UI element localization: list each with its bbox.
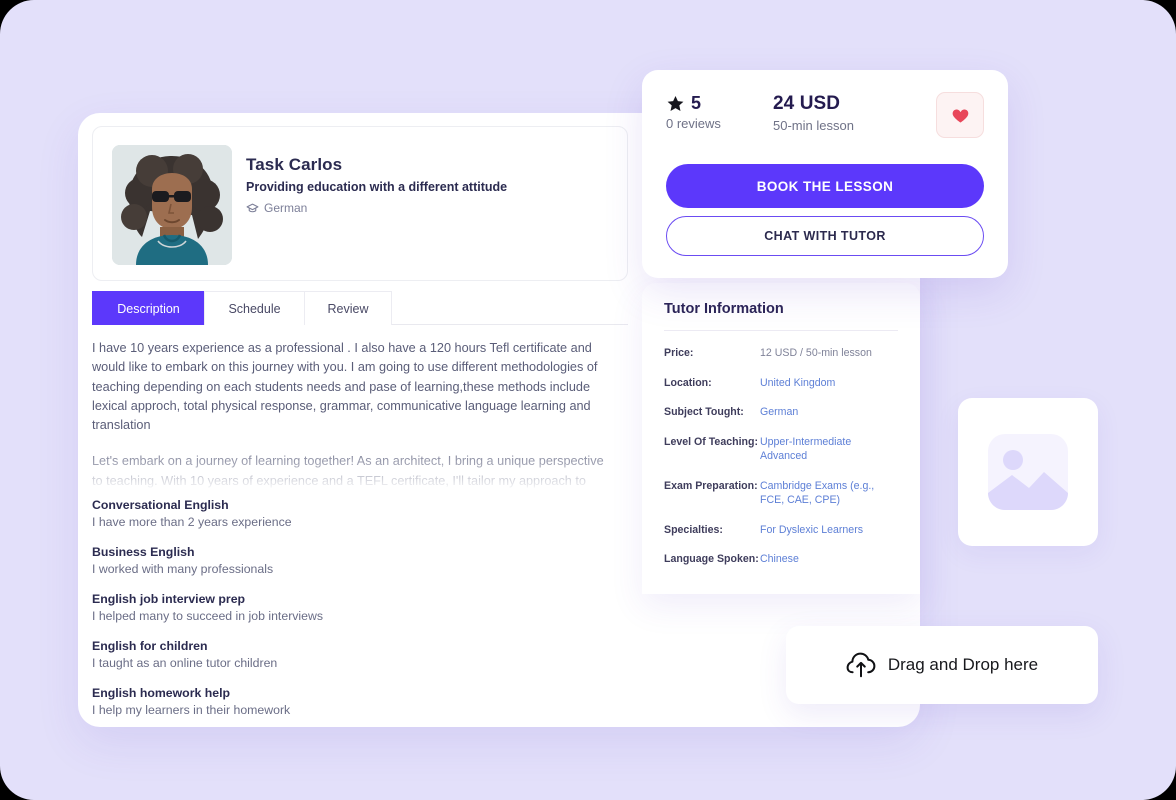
image-placeholder-card[interactable]: [958, 398, 1098, 546]
skill-description: I taught as an online tutor children: [92, 656, 278, 670]
list-item: English homework help I help my learners…: [92, 686, 542, 717]
book-the-lesson-button[interactable]: BOOK THE LESSON: [666, 164, 984, 208]
cloud-upload-icon: [846, 652, 876, 678]
tab-review[interactable]: Review: [304, 291, 392, 325]
image-placeholder-icon: [985, 431, 1071, 513]
description-paragraph-1: I have 10 years experience as a professi…: [92, 341, 598, 433]
info-value[interactable]: Chinese: [760, 552, 799, 567]
star-icon: [666, 94, 685, 113]
list-item: Conversational English I have more than …: [92, 498, 542, 529]
info-row-language-spoken: Language Spoken: Chinese: [664, 552, 898, 567]
rating-value: 5: [691, 93, 702, 113]
description-paragraph-2: Let's embark on a journey of learning to…: [92, 454, 604, 494]
info-value[interactable]: German: [760, 405, 798, 420]
info-label: Level Of Teaching:: [664, 435, 758, 448]
tab-description[interactable]: Description: [92, 291, 205, 325]
divider: [664, 330, 898, 331]
info-label: Specialties:: [664, 523, 723, 536]
info-row-price: Price: 12 USD / 50-min lesson: [664, 346, 898, 361]
skill-title: Conversational English: [92, 498, 229, 512]
tutor-subject-label: German: [264, 201, 308, 215]
skill-description: I help my learners in their homework: [92, 703, 291, 717]
info-row-exam-preparation: Exam Preparation: Cambridge Exams (e.g.,…: [664, 479, 898, 508]
skill-description: I have more than 2 years experience: [92, 515, 292, 529]
price-unit: 50-min lesson: [773, 118, 854, 133]
tutor-subject-row: German: [246, 201, 307, 215]
skills-list: Conversational English I have more than …: [92, 498, 542, 727]
description-block: I have 10 years experience as a professi…: [92, 339, 614, 494]
booking-card: 5 0 reviews 24 USD 50-min lesson BOOK TH…: [642, 70, 1008, 278]
info-value[interactable]: Upper-Intermediate Advanced: [760, 435, 898, 464]
skill-description: I worked with many professionals: [92, 562, 274, 576]
skill-title: English job interview prep: [92, 592, 246, 606]
skill-title: English homework help: [92, 686, 231, 700]
reviews-count: 0 reviews: [666, 116, 721, 131]
skill-title: Business English: [92, 545, 195, 559]
info-label: Subject Tought:: [664, 406, 744, 418]
info-label: Location:: [664, 376, 712, 389]
skill-description: I helped many to succeed in job intervie…: [92, 609, 324, 623]
info-label: Price:: [664, 347, 694, 359]
tutor-information-panel: Tutor Information Price: 12 USD / 50-min…: [642, 283, 920, 594]
info-value[interactable]: For Dyslexic Learners: [760, 523, 863, 538]
graduation-cap-icon: [246, 202, 259, 215]
list-item: English job interview prep I helped many…: [92, 592, 542, 623]
dropzone-label: Drag and Drop here: [887, 655, 1039, 674]
info-label: Exam Preparation:: [664, 479, 758, 492]
info-row-subject-tought: Subject Tought: German: [664, 405, 898, 420]
rating-block: 5 0 reviews: [666, 93, 721, 131]
favorite-button[interactable]: [936, 92, 984, 138]
list-item: English for children I taught as an onli…: [92, 639, 542, 670]
tutor-tagline: Providing education with a different att…: [246, 180, 508, 194]
avatar: [112, 145, 232, 265]
price-block: 24 USD 50-min lesson: [773, 93, 854, 133]
info-value: 12 USD / 50-min lesson: [760, 347, 872, 359]
info-row-location: Location: United Kingdom: [664, 376, 898, 391]
dropzone[interactable]: Drag and Drop here: [786, 626, 1098, 704]
app-canvas: Task Carlos Providing education with a d…: [0, 0, 1176, 800]
profile-tabs: Description Schedule Review: [92, 291, 628, 325]
tutor-name: Task Carlos: [246, 155, 343, 174]
info-value[interactable]: United Kingdom: [760, 376, 835, 391]
rating-row: 5: [666, 93, 721, 114]
price-value: 24 USD: [773, 93, 841, 114]
heart-icon: [951, 106, 970, 125]
tutor-information-title: Tutor Information: [664, 301, 784, 317]
chat-with-tutor-button[interactable]: CHAT WITH TUTOR: [666, 216, 984, 256]
info-row-level-of-teaching: Level Of Teaching: Upper-Intermediate Ad…: [664, 435, 898, 464]
skill-title: English for children: [92, 639, 208, 653]
list-item: Business English I worked with many prof…: [92, 545, 542, 576]
tab-schedule[interactable]: Schedule: [204, 291, 305, 325]
profile-header-card: Task Carlos Providing education with a d…: [92, 126, 628, 281]
info-value[interactable]: Cambridge Exams (e.g., FCE, CAE, CPE): [760, 479, 898, 508]
info-label: Language Spoken:: [664, 553, 759, 565]
info-row-specialties: Specialties: For Dyslexic Learners: [664, 523, 898, 538]
